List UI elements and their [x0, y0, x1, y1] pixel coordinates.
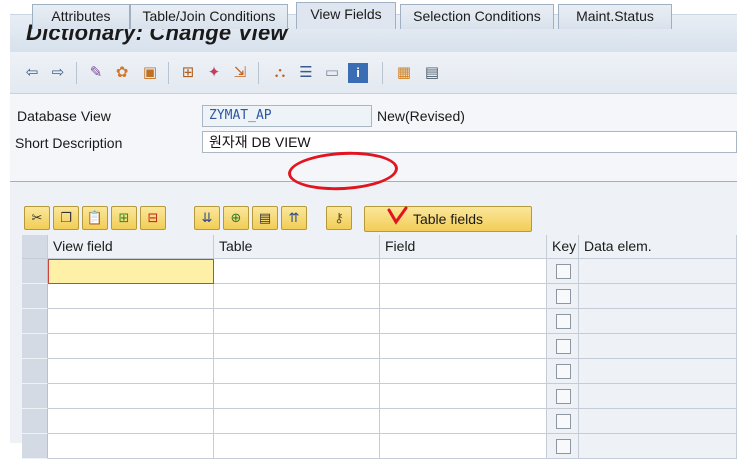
choose-icon[interactable]: ▤ [252, 206, 278, 230]
toolbar-separator [168, 62, 169, 84]
key-checkbox[interactable] [556, 289, 571, 304]
object-display-icon[interactable]: ▣ [140, 63, 160, 83]
column-header-data-element[interactable]: Data elem. [579, 235, 737, 259]
field-cell[interactable] [380, 359, 547, 384]
data-element-cell [579, 434, 737, 459]
field-cell[interactable] [380, 259, 547, 284]
table-cell[interactable] [214, 334, 380, 359]
row-selector[interactable] [22, 359, 48, 384]
key-checkbox[interactable] [556, 414, 571, 429]
paste-icon[interactable]: 📋 [82, 206, 108, 230]
table-cell[interactable] [214, 359, 380, 384]
toolbar-separator [76, 62, 77, 84]
key-checkbox[interactable] [556, 339, 571, 354]
table-cell[interactable] [214, 384, 380, 409]
column-header-key[interactable]: Key [547, 235, 579, 259]
row-selector[interactable] [22, 334, 48, 359]
key-checkbox[interactable] [556, 439, 571, 454]
data-element-cell [579, 359, 737, 384]
key-checkbox[interactable] [556, 364, 571, 379]
field-cell[interactable] [380, 334, 547, 359]
field-cell[interactable] [380, 284, 547, 309]
data-element-cell [579, 259, 737, 284]
tab-view-fields[interactable]: View Fields [296, 2, 396, 29]
row-selector[interactable] [22, 384, 48, 409]
table-cell[interactable] [214, 309, 380, 334]
hierarchy-icon[interactable]: ⛬ [270, 63, 290, 83]
field-cell[interactable] [380, 409, 547, 434]
toolbar-separator [382, 62, 383, 84]
row-selector[interactable] [22, 309, 48, 334]
delete-row-icon[interactable]: ⊟ [140, 206, 166, 230]
key-checkbox[interactable] [556, 314, 571, 329]
row-selector[interactable] [22, 434, 48, 459]
select-all-header[interactable] [22, 235, 48, 259]
toolbar-separator [258, 62, 259, 84]
view-field-cell[interactable] [48, 284, 214, 309]
glasses-pencil-icon[interactable]: ✎ [86, 63, 106, 83]
view-field-cell[interactable] [48, 334, 214, 359]
key-checkbox[interactable] [556, 389, 571, 404]
row-selector[interactable] [22, 284, 48, 309]
list-icon[interactable]: ☰ [296, 63, 316, 83]
view-field-cell[interactable] [48, 359, 214, 384]
database-view-field[interactable]: ZYMAT_AP [202, 105, 372, 127]
short-description-label: Short Description [15, 135, 123, 151]
tab-selection-conditions[interactable]: Selection Conditions [400, 4, 554, 29]
tab-maint-status[interactable]: Maint.Status [558, 4, 672, 29]
view-fields-table: View field Table Field Key Data elem. [22, 235, 737, 459]
info-icon[interactable]: i [348, 63, 368, 83]
database-view-label: Database View [17, 108, 111, 124]
table-cell[interactable] [214, 284, 380, 309]
tab-attributes[interactable]: Attributes [32, 4, 130, 29]
view-field-cell[interactable] [48, 259, 214, 284]
table-cell[interactable] [214, 434, 380, 459]
row-selector[interactable] [22, 259, 48, 284]
data-element-cell [579, 384, 737, 409]
view-field-cell[interactable] [48, 384, 214, 409]
table-cell[interactable] [214, 259, 380, 284]
view-field-cell[interactable] [48, 409, 214, 434]
field-cell[interactable] [380, 434, 547, 459]
data-element-cell [579, 309, 737, 334]
copy-icon[interactable]: ❐ [53, 206, 79, 230]
navigate-icon[interactable]: ⇲ [230, 63, 250, 83]
where-used-icon[interactable]: ⊞ [178, 63, 198, 83]
short-description-field[interactable]: 원자재 DB VIEW [202, 131, 737, 153]
data-element-cell [579, 409, 737, 434]
column-header-table[interactable]: Table [214, 235, 380, 259]
table-view-icon[interactable]: ▤ [422, 63, 442, 83]
forward-arrow-icon[interactable]: ⇨ [48, 63, 68, 83]
key-icon[interactable]: ⚷ [326, 206, 352, 230]
frame-icon[interactable]: ▭ [322, 63, 342, 83]
data-element-cell [579, 334, 737, 359]
checkmark-annotation-icon [387, 206, 408, 225]
settings-icon[interactable]: ▦ [394, 63, 414, 83]
row-selector[interactable] [22, 409, 48, 434]
column-header-field[interactable]: Field [380, 235, 547, 259]
application-toolbar: ⇦ ⇨ ✎ ✿ ▣ ⊞ ✦ ⇲ ⛬ ☰ ▭ i ▦ ▤ [10, 52, 737, 94]
insert-row-icon[interactable]: ⊞ [111, 206, 137, 230]
tab-table-join-conditions[interactable]: Table/Join Conditions [130, 4, 288, 29]
column-header-view-field[interactable]: View field [48, 235, 214, 259]
insert-field-icon[interactable]: ⊕ [223, 206, 249, 230]
status-text: New(Revised) [377, 108, 465, 124]
data-element-cell [579, 284, 737, 309]
magic-wand-icon[interactable]: ✦ [204, 63, 224, 83]
table-cell[interactable] [214, 409, 380, 434]
back-arrow-icon[interactable]: ⇦ [22, 63, 42, 83]
view-field-cell[interactable] [48, 434, 214, 459]
view-field-cell[interactable] [48, 309, 214, 334]
field-cell[interactable] [380, 309, 547, 334]
key-checkbox[interactable] [556, 264, 571, 279]
object-activate-icon[interactable]: ✿ [112, 63, 132, 83]
cut-icon[interactable]: ✂ [24, 206, 50, 230]
field-cell[interactable] [380, 384, 547, 409]
move-up-icon[interactable]: ⇈ [281, 206, 307, 230]
sort-icon[interactable]: ⇊ [194, 206, 220, 230]
